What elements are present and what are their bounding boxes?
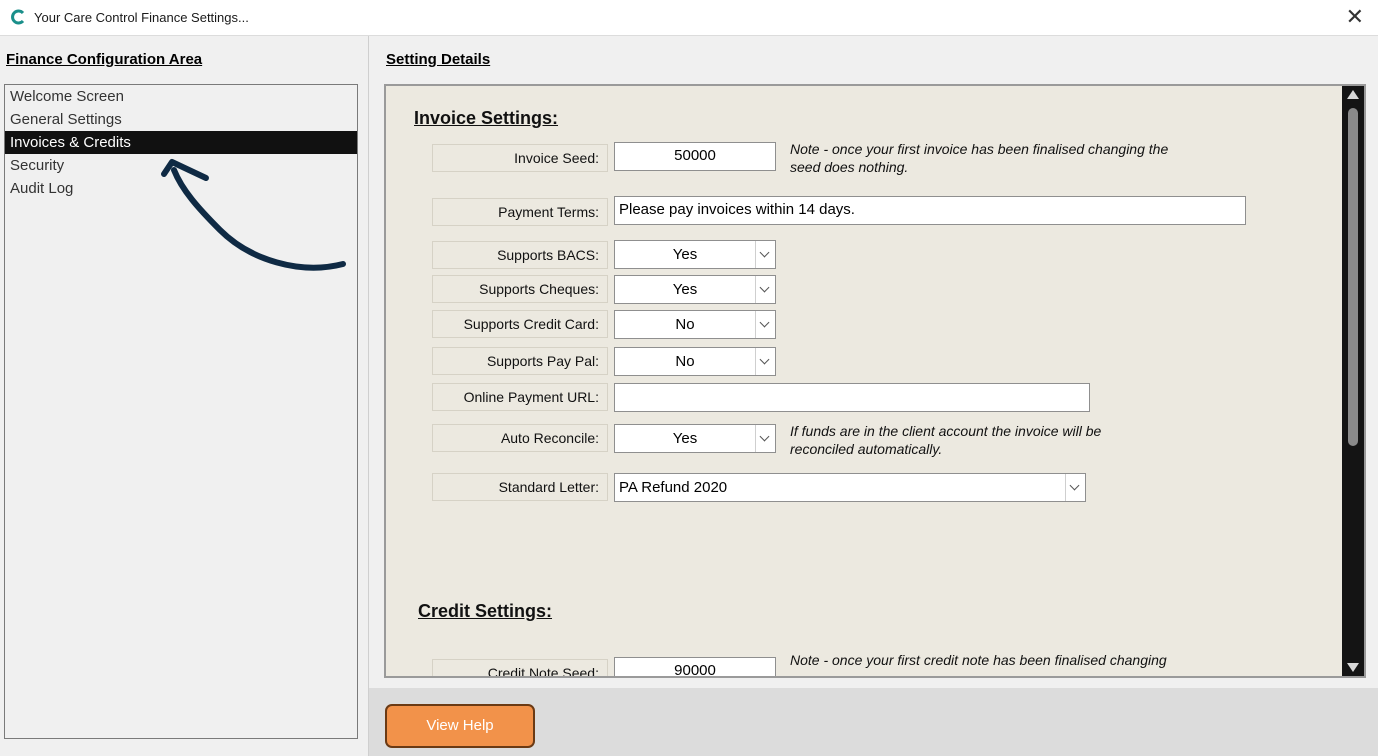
supports-credit-card-value: No (675, 316, 695, 333)
scroll-thumb[interactable] (1348, 108, 1358, 446)
invoice-settings-heading: Invoice Settings: (414, 108, 559, 128)
supports-credit-card-select[interactable]: No (614, 310, 776, 339)
supports-bacs-select[interactable]: Yes (614, 240, 776, 269)
invoice-seed-note-line1: Note - once your first invoice has been … (790, 141, 1169, 157)
app-logo-icon (11, 9, 25, 25)
supports-bacs-value: Yes (672, 246, 698, 263)
auto-reconcile-note: If funds are in the client account the i… (790, 422, 1101, 458)
config-area-heading: Finance Configuration Area (6, 51, 203, 68)
details-content: Invoice Settings: Invoice Seed: 50000 No… (386, 86, 1342, 676)
title-bar: Your Care Control Finance Settings... ✕ (0, 0, 1378, 36)
supports-credit-card-label: Supports Credit Card: (432, 310, 608, 338)
vertical-scrollbar[interactable] (1342, 86, 1364, 676)
setting-details-heading: Setting Details (386, 51, 491, 68)
annotation-arrow-icon (161, 159, 346, 271)
setting-details-panel: Invoice Settings: Invoice Seed: 50000 No… (384, 84, 1366, 678)
auto-reconcile-label: Auto Reconcile: (432, 424, 608, 452)
invoice-seed-note-line2: seed does nothing. (790, 159, 909, 175)
supports-cheques-label: Supports Cheques: (432, 275, 608, 303)
window-title: Your Care Control Finance Settings... (34, 10, 249, 25)
invoice-seed-input[interactable]: 50000 (614, 142, 776, 171)
invoice-seed-note: Note - once your first invoice has been … (790, 140, 1168, 176)
auto-reconcile-note-line2: reconciled automatically. (790, 441, 943, 457)
chevron-down-icon[interactable] (1065, 474, 1085, 501)
chevron-down-icon[interactable] (755, 311, 775, 338)
credit-note-seed-input[interactable]: 90000 (614, 657, 776, 676)
nav-item-general-settings[interactable]: General Settings (5, 108, 357, 131)
chevron-down-icon[interactable] (755, 241, 775, 268)
supports-bacs-label: Supports BACS: (432, 241, 608, 269)
supports-cheques-select[interactable]: Yes (614, 275, 776, 304)
credit-note-seed-note: Note - once your first credit note has b… (790, 652, 1167, 668)
supports-paypal-label: Supports Pay Pal: (432, 347, 608, 375)
supports-paypal-select[interactable]: No (614, 347, 776, 376)
auto-reconcile-value: Yes (672, 430, 698, 447)
scroll-up-icon[interactable] (1347, 90, 1359, 99)
payment-terms-input[interactable]: Please pay invoices within 14 days. (614, 196, 1246, 225)
standard-letter-select[interactable]: PA Refund 2020 (614, 473, 1086, 502)
standard-letter-label: Standard Letter: (432, 473, 608, 501)
auto-reconcile-select[interactable]: Yes (614, 424, 776, 453)
credit-note-seed-label: Credit Note Seed: (432, 659, 608, 676)
auto-reconcile-note-line1: If funds are in the client account the i… (790, 423, 1102, 439)
supports-paypal-value: No (675, 353, 695, 370)
credit-settings-heading: Credit Settings: (418, 601, 553, 621)
online-payment-url-input[interactable] (614, 383, 1090, 412)
chevron-down-icon[interactable] (755, 276, 775, 303)
chevron-down-icon[interactable] (755, 348, 775, 375)
supports-cheques-value: Yes (672, 281, 698, 298)
standard-letter-value: PA Refund 2020 (619, 479, 728, 496)
pane-divider (368, 36, 369, 756)
scroll-down-icon[interactable] (1347, 663, 1359, 672)
view-help-button[interactable]: View Help (385, 704, 535, 748)
close-icon[interactable]: ✕ (1346, 5, 1364, 29)
invoice-seed-label: Invoice Seed: (432, 144, 608, 172)
nav-item-welcome-screen[interactable]: Welcome Screen (5, 85, 357, 108)
online-payment-url-label: Online Payment URL: (432, 383, 608, 411)
chevron-down-icon[interactable] (755, 425, 775, 452)
payment-terms-label: Payment Terms: (432, 198, 608, 226)
